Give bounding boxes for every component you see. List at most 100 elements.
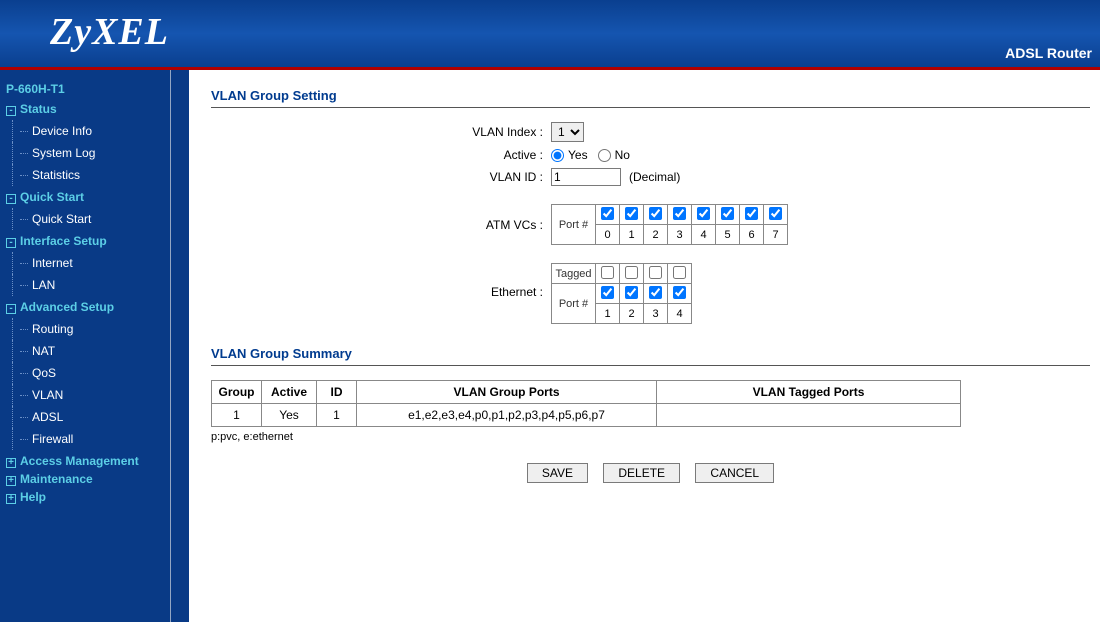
- atm-port-num: 1: [620, 225, 644, 245]
- minus-icon: -: [6, 238, 16, 248]
- plus-icon: +: [6, 494, 16, 504]
- nav-group-advanced-setup[interactable]: -Advanced Setup: [6, 300, 164, 314]
- atm-port-3-checkbox[interactable]: [673, 207, 686, 220]
- summary-cell: [657, 404, 961, 427]
- tree-connector-icon: [20, 285, 28, 286]
- tree-connector-icon: [20, 175, 28, 176]
- summary-header: Group: [212, 381, 262, 404]
- atm-port-7-checkbox[interactable]: [769, 207, 782, 220]
- label-port-num-eth: Port #: [552, 284, 596, 324]
- label-ethernet: Ethernet :: [351, 263, 551, 299]
- atm-port-4-checkbox[interactable]: [697, 207, 710, 220]
- atm-vcs-table: Port # 01234567: [551, 204, 788, 245]
- nav-item-qos[interactable]: QoS: [14, 362, 164, 384]
- atm-port-0-checkbox[interactable]: [601, 207, 614, 220]
- brand-logo: ZyXEL: [0, 0, 1100, 54]
- summary-header: VLAN Group Ports: [357, 381, 657, 404]
- legend-text: p:pvc, e:ethernet: [211, 431, 1090, 443]
- atm-port-6-checkbox[interactable]: [745, 207, 758, 220]
- nav-item-device-info[interactable]: Device Info: [14, 120, 164, 142]
- tree-connector-icon: [20, 351, 28, 352]
- summary-cell: 1: [212, 404, 262, 427]
- table-row: 1Yes1e1,e2,e3,e4,p0,p1,p2,p3,p4,p5,p6,p7: [212, 404, 961, 427]
- atm-port-num: 5: [716, 225, 740, 245]
- nav-item-statistics[interactable]: Statistics: [14, 164, 164, 186]
- atm-port-num: 2: [644, 225, 668, 245]
- active-yes-radio[interactable]: [551, 149, 564, 162]
- summary-cell: e1,e2,e3,e4,p0,p1,p2,p3,p4,p5,p6,p7: [357, 404, 657, 427]
- nav-group-status[interactable]: -Status: [6, 102, 164, 116]
- eth-tagged-4-checkbox[interactable]: [673, 266, 686, 279]
- model-number: P-660H-T1: [6, 82, 164, 96]
- summary-header: Active: [262, 381, 317, 404]
- nav-item-internet[interactable]: Internet: [14, 252, 164, 274]
- vlan-id-input[interactable]: [551, 168, 621, 186]
- blue-strip: [171, 70, 189, 622]
- label-no: No: [615, 148, 630, 162]
- nav-group-quick-start[interactable]: -Quick Start: [6, 190, 164, 204]
- tree-connector-icon: [20, 417, 28, 418]
- atm-port-2-checkbox[interactable]: [649, 207, 662, 220]
- divider: [211, 107, 1090, 108]
- eth-tagged-2-checkbox[interactable]: [625, 266, 638, 279]
- sidebar: P-660H-T1 -Status Device InfoSystem LogSt…: [0, 70, 170, 622]
- summary-header: ID: [317, 381, 357, 404]
- save-button[interactable]: SAVE: [527, 463, 588, 483]
- tree-connector-icon: [20, 263, 28, 264]
- tree-connector-icon: [20, 373, 28, 374]
- atm-port-num: 6: [740, 225, 764, 245]
- nav-item-quick-start[interactable]: Quick Start: [14, 208, 164, 230]
- tree-connector-icon: [20, 329, 28, 330]
- eth-port-4-checkbox[interactable]: [673, 286, 686, 299]
- minus-icon: -: [6, 304, 16, 314]
- nav-item-nat[interactable]: NAT: [14, 340, 164, 362]
- label-active: Active :: [351, 148, 551, 162]
- eth-tagged-1-checkbox[interactable]: [601, 266, 614, 279]
- eth-port-3-checkbox[interactable]: [649, 286, 662, 299]
- nav-group-help[interactable]: +Help: [6, 490, 164, 504]
- summary-cell: Yes: [262, 404, 317, 427]
- tree-connector-icon: [20, 439, 28, 440]
- nav-item-system-log[interactable]: System Log: [14, 142, 164, 164]
- cancel-button[interactable]: CANCEL: [695, 463, 774, 483]
- label-yes: Yes: [568, 148, 588, 162]
- nav-item-lan[interactable]: LAN: [14, 274, 164, 296]
- eth-port-1-checkbox[interactable]: [601, 286, 614, 299]
- eth-port-2-checkbox[interactable]: [625, 286, 638, 299]
- nav-group-access-management[interactable]: +Access Management: [6, 454, 164, 468]
- vlan-form: VLAN Index : 1 Active : Yes No VLAN ID :…: [351, 122, 1090, 324]
- eth-port-num: 2: [620, 304, 644, 324]
- header-bar: ZyXEL ADSL Router: [0, 0, 1100, 70]
- active-no-radio[interactable]: [598, 149, 611, 162]
- vlan-index-select[interactable]: 1: [551, 122, 584, 142]
- nav-group-maintenance[interactable]: +Maintenance: [6, 472, 164, 486]
- tree-connector-icon: [20, 395, 28, 396]
- eth-port-num: 3: [644, 304, 668, 324]
- nav-item-firewall[interactable]: Firewall: [14, 428, 164, 450]
- ethernet-table: Tagged Port # 1234: [551, 263, 692, 324]
- atm-port-num: 7: [764, 225, 788, 245]
- button-row: SAVE DELETE CANCEL: [211, 463, 1090, 483]
- atm-port-1-checkbox[interactable]: [625, 207, 638, 220]
- label-vlan-id: VLAN ID :: [351, 170, 551, 184]
- tree-connector-icon: [20, 153, 28, 154]
- summary-table: GroupActiveIDVLAN Group PortsVLAN Tagged…: [211, 380, 961, 427]
- minus-icon: -: [6, 194, 16, 204]
- nav-item-adsl[interactable]: ADSL: [14, 406, 164, 428]
- nav-item-routing[interactable]: Routing: [14, 318, 164, 340]
- eth-port-num: 4: [668, 304, 692, 324]
- divider: [211, 365, 1090, 366]
- atm-port-5-checkbox[interactable]: [721, 207, 734, 220]
- summary-cell: 1: [317, 404, 357, 427]
- tree-connector-icon: [20, 219, 28, 220]
- nav-group-interface-setup[interactable]: -Interface Setup: [6, 234, 164, 248]
- label-atm-vcs: ATM VCs :: [351, 204, 551, 232]
- eth-tagged-3-checkbox[interactable]: [649, 266, 662, 279]
- nav-item-vlan[interactable]: VLAN: [14, 384, 164, 406]
- router-label: ADSL Router: [1005, 45, 1092, 61]
- atm-port-num: 3: [668, 225, 692, 245]
- atm-port-num: 0: [596, 225, 620, 245]
- delete-button[interactable]: DELETE: [603, 463, 680, 483]
- plus-icon: +: [6, 476, 16, 486]
- section-title-vlan-group-setting: VLAN Group Setting: [211, 88, 1090, 103]
